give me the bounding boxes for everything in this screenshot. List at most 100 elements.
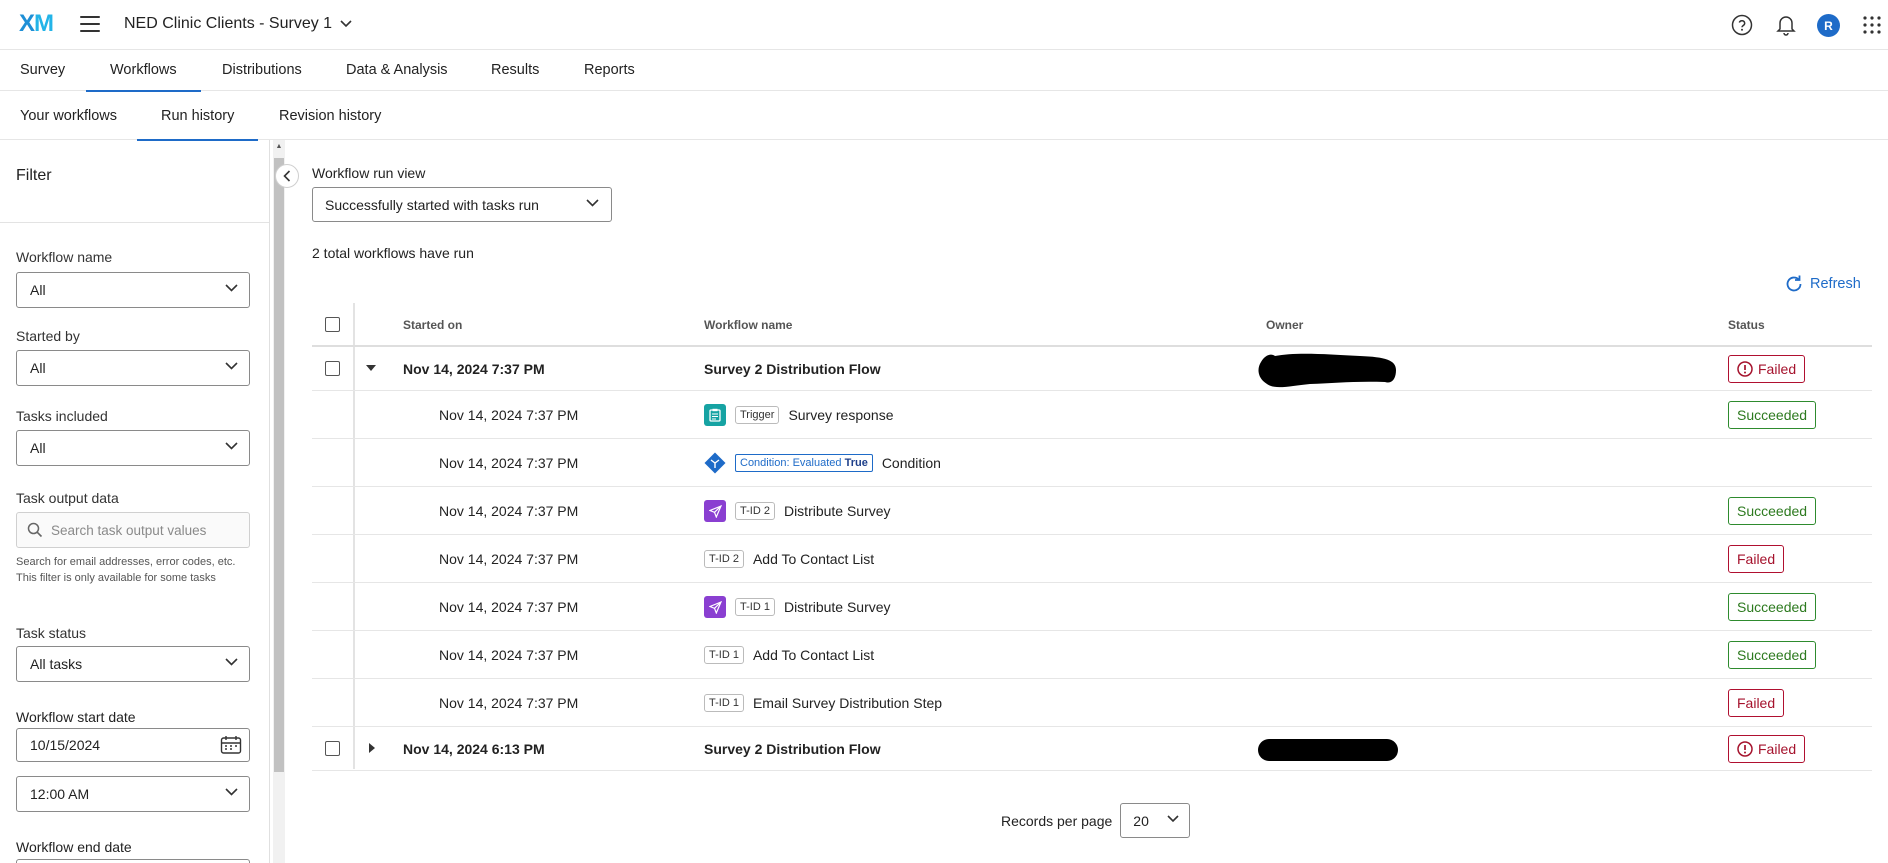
condition-prefix: Condition: Evaluated [740,457,842,469]
avatar[interactable]: R [1817,14,1840,37]
condition-icon [704,452,726,474]
col-started-on[interactable]: Started on [403,318,462,332]
status-text: Succeeded [1737,503,1808,519]
records-per-page-select[interactable]: 20 [1120,803,1191,838]
task-row[interactable]: Nov 14, 2024 7:37 PM Condition: Evaluate… [312,439,1872,487]
scroll-up-arrow-icon[interactable]: ▲ [274,143,284,153]
task-label: Add To Contact List [752,647,875,663]
scrollbar-thumb[interactable] [274,158,284,772]
task-tag: T-ID 1 [704,694,744,712]
task-started-on: Nov 14, 2024 7:37 PM [439,551,579,567]
help-text-line: This filter is only available for some t… [16,572,216,584]
tasks-included-select[interactable]: All [16,430,250,466]
run-workflow-name[interactable]: Survey 2 Distribution Flow [704,741,881,757]
task-status-select[interactable]: All tasks [16,646,250,682]
clipboard-icon [704,404,726,426]
search-icon [27,522,43,538]
status-text: Succeeded [1737,599,1808,615]
records-per-page-value: 20 [1133,812,1149,829]
task-tag: T-ID 2 [735,502,775,520]
status-text: Succeeded [1737,647,1808,663]
task-name: Condition: Evaluated True Condition [704,452,941,474]
task-row[interactable]: Nov 14, 2024 7:37 PM Trigger Survey resp… [312,391,1872,439]
tab-distributions[interactable]: Distributions [222,50,302,91]
task-tag: T-ID 1 [735,598,775,616]
task-row[interactable]: Nov 14, 2024 7:37 PM T-ID 1 Email Survey… [312,679,1872,727]
status-badge: Succeeded [1728,593,1817,621]
start-time-select[interactable]: 12:00 AM [16,776,250,812]
help-icon[interactable] [1730,13,1754,37]
primary-nav: Survey Workflows Distributions Data & An… [0,50,1888,92]
run-started-on: Nov 14, 2024 6:13 PM [403,741,545,757]
task-name: T-ID 2 Distribute Survey [704,500,891,522]
row-checkbox[interactable] [325,361,340,376]
divider [0,222,269,223]
tab-survey[interactable]: Survey [20,50,65,91]
table-row[interactable]: Nov 14, 2024 6:13 PM Survey 2 Distributi… [312,727,1872,771]
col-owner[interactable]: Owner [1266,318,1303,332]
task-row[interactable]: Nov 14, 2024 7:37 PM T-ID 2 Add To Conta… [312,535,1872,583]
owner-redacted [1258,353,1396,388]
task-label: Condition [881,455,941,471]
status-text: Failed [1758,361,1797,377]
end-date-input[interactable] [16,859,250,863]
status-text: Failed [1737,695,1776,711]
col-status[interactable]: Status [1728,318,1765,332]
workflow-name-value: All [30,282,46,298]
caret-down-icon[interactable] [366,365,376,372]
status-badge: Failed [1728,355,1806,383]
start-date-input[interactable]: 10/15/2024 [16,728,250,762]
filter-sidebar: Filter Workflow name All Started by All … [0,140,270,863]
task-name: T-ID 2 Add To Contact List [704,550,874,568]
task-row[interactable]: Nov 14, 2024 7:37 PM T-ID 2 Distribute S… [312,487,1872,535]
run-workflow-name[interactable]: Survey 2 Distribution Flow [704,361,881,377]
apps-grid-icon[interactable] [1860,13,1884,37]
table-row[interactable]: Nov 14, 2024 7:37 PM Survey 2 Distributi… [312,347,1872,391]
project-title: NED Clinic Clients - Survey 1 [124,15,333,32]
task-row[interactable]: Nov 14, 2024 7:37 PM T-ID 1 Add To Conta… [312,631,1872,679]
task-name: T-ID 1 Email Survey Distribution Step [704,694,942,712]
chevron-down-icon [340,20,352,28]
records-per-page-label: Records per page [1001,812,1113,829]
task-output-search[interactable] [16,512,250,548]
tab-run-history[interactable]: Run history [136,92,259,141]
tab-your-workflows[interactable]: Your workflows [20,92,117,140]
task-output-input[interactable] [51,522,241,538]
col-workflow-name[interactable]: Workflow name [704,318,792,332]
task-started-on: Nov 14, 2024 7:37 PM [439,503,579,519]
workflow-name-select[interactable]: All [16,272,250,308]
xm-logo[interactable]: XM [19,10,54,38]
bell-icon[interactable] [1774,13,1798,37]
alert-icon [1737,361,1753,377]
secondary-nav: Your workflows Run history Revision hist… [0,92,1888,141]
refresh-button[interactable]: Refresh [1784,274,1861,294]
tab-data-analysis[interactable]: Data & Analysis [346,50,448,91]
tab-workflows[interactable]: Workflows [86,50,201,92]
caret-right-icon[interactable] [369,743,376,753]
condition-tag: Condition: Evaluated True [735,454,873,472]
send-icon [704,596,726,618]
tasks-included-label: Tasks included [16,408,108,424]
end-date-label: Workflow end date [16,839,132,855]
started-by-value: All [30,360,46,376]
run-view-select[interactable]: Successfully started with tasks run [312,187,612,222]
chevron-down-icon [225,284,238,292]
status-badge: Succeeded [1728,497,1817,525]
row-checkbox[interactable] [325,741,340,756]
started-by-select[interactable]: All [16,350,250,386]
task-name: T-ID 1 Distribute Survey [704,596,891,618]
task-tag: Trigger [735,406,780,424]
tab-revision-history[interactable]: Revision history [279,92,381,140]
tab-reports[interactable]: Reports [584,50,635,91]
collapse-sidebar-button[interactable] [275,164,299,188]
task-status-value: All tasks [30,656,83,672]
alert-icon [1737,741,1753,757]
tab-results[interactable]: Results [491,50,539,91]
task-label: Email Survey Distribution Step [752,695,943,711]
task-name: T-ID 1 Add To Contact List [704,646,874,664]
task-row[interactable]: Nov 14, 2024 7:37 PM T-ID 1 Distribute S… [312,583,1872,631]
select-all-checkbox[interactable] [325,317,340,332]
project-title-dropdown[interactable]: NED Clinic Clients - Survey 1 [124,15,352,33]
menu-icon[interactable] [80,16,100,32]
calendar-icon[interactable] [220,735,242,755]
